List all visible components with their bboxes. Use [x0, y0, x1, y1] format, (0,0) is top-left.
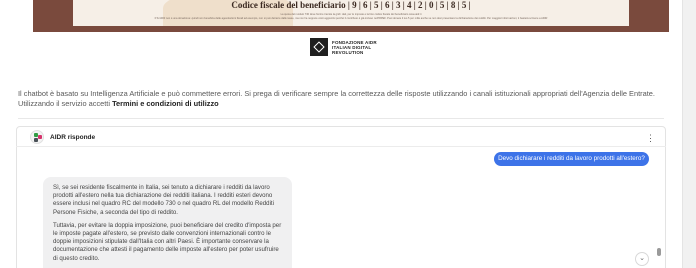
terms-prefix: Utilizzando il servizio accetti — [18, 99, 113, 108]
section-divider — [18, 118, 664, 119]
chat-header: AIDR risponde — [30, 130, 95, 144]
page: Codice fiscale del beneficiario | 9 | 6 … — [0, 0, 682, 268]
bot-message: Sì, se sei residente fiscalmente in Ital… — [43, 177, 292, 268]
terms-link[interactable]: Termini e condizioni di utilizzo — [112, 99, 219, 108]
chat-title: AIDR risponde — [50, 133, 96, 141]
chat-header-divider — [16, 146, 666, 147]
ai-disclaimer: Il chatbot è basato su Intelligenza Arti… — [18, 89, 655, 109]
aidr-foundation-icon — [310, 38, 328, 56]
chat-scrollbar-thumb[interactable] — [657, 248, 661, 256]
fiscal-code-line: Codice fiscale del beneficiario | 9 | 6 … — [231, 0, 471, 10]
aidr-logo: FONDAZIONE AIDR ITALIAN DIGITAL REVOLUTI… — [310, 38, 377, 56]
scroll-down-icon[interactable]: ⌄ — [635, 252, 649, 266]
terms-notice: Utilizzando il servizio accetti Termini … — [18, 99, 655, 109]
user-message: Devo dichiarare i redditi da lavoro prod… — [494, 152, 649, 166]
banner-paper: Codice fiscale del beneficiario | 9 | 6 … — [73, 0, 629, 26]
bot-message-paragraph: Tuttavia, per evitare la doppia imposizi… — [53, 221, 282, 262]
tax-donation-banner: Codice fiscale del beneficiario | 9 | 6 … — [33, 0, 669, 32]
banner-fine-print-disclaimer: Il 5x1000 non è una donazione: quindi no… — [154, 17, 548, 20]
logo-wordmark: FONDAZIONE AIDR ITALIAN DIGITAL REVOLUTI… — [332, 40, 377, 55]
disclaimer-text: Il chatbot è basato su Intelligenza Arti… — [18, 89, 655, 98]
banner-fine-print: La quota del modulo 730 deve fornire tra… — [280, 13, 422, 16]
page-scrollbar[interactable] — [682, 0, 696, 268]
more-options-icon[interactable]: ⋮ — [646, 132, 655, 144]
bot-message-paragraph: Sì, se sei residente fiscalmente in Ital… — [53, 184, 274, 216]
chatbot-avatar-icon — [30, 130, 44, 144]
logo-line-3: REVOLUTION — [332, 49, 364, 55]
